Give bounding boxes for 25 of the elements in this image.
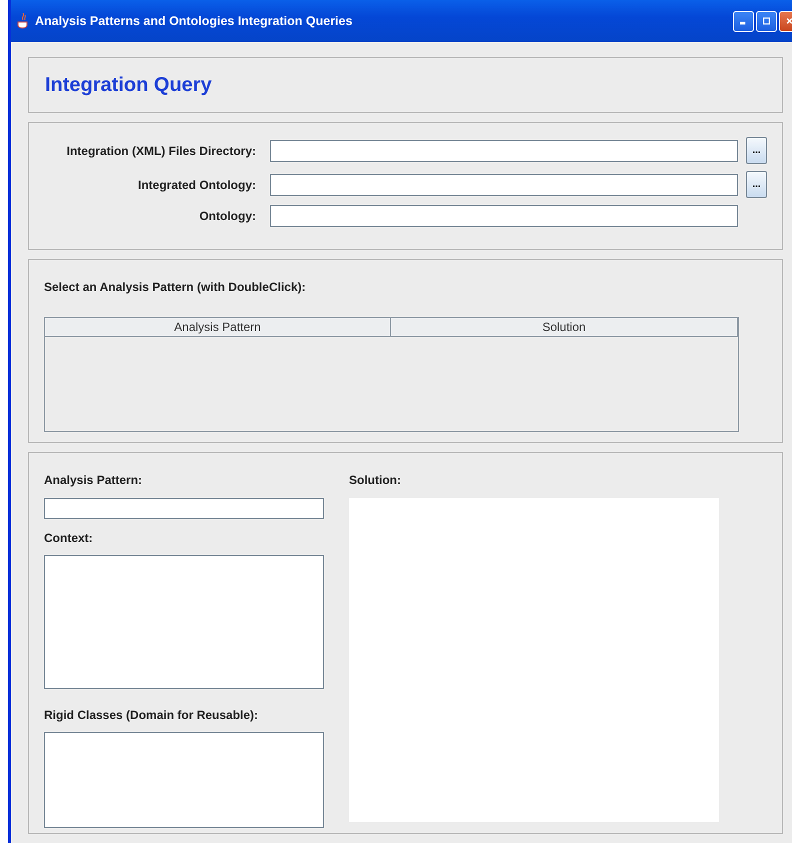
browse-button[interactable]: ... <box>746 171 767 198</box>
column-header[interactable]: Analysis Pattern <box>45 318 391 337</box>
app-icon <box>17 13 29 29</box>
path-field[interactable] <box>270 140 738 162</box>
column-header[interactable]: Solution <box>391 318 738 337</box>
maximize-icon <box>763 15 770 27</box>
rigid-classes-text-area[interactable] <box>44 732 324 828</box>
browse-button[interactable]: ... <box>746 137 767 164</box>
field-label: Integration (XML) Files Directory: <box>66 142 257 160</box>
field-label: Analysis Pattern: <box>44 472 144 489</box>
field-label: Integrated Ontology: <box>137 176 257 194</box>
close-icon <box>786 15 792 27</box>
field-label: Solution: <box>349 472 402 489</box>
context-text-area[interactable] <box>44 555 324 689</box>
maximize-button[interactable] <box>756 10 777 32</box>
field-label: Rigid Classes (Domain for Reusable): <box>44 707 260 724</box>
minimize-button[interactable] <box>733 10 754 32</box>
page-heading: Integration Query <box>45 73 212 98</box>
field-label: Context: <box>44 530 94 547</box>
table-caption: Select an Analysis Pattern (with DoubleClick): <box>44 279 307 296</box>
window-title: Analysis Patterns and Ontologies Integration Queries <box>35 12 352 30</box>
path-field[interactable] <box>270 174 738 196</box>
path-field[interactable] <box>270 205 738 227</box>
field-label: Ontology: <box>198 208 257 225</box>
analysis-pattern-field[interactable] <box>44 498 324 519</box>
